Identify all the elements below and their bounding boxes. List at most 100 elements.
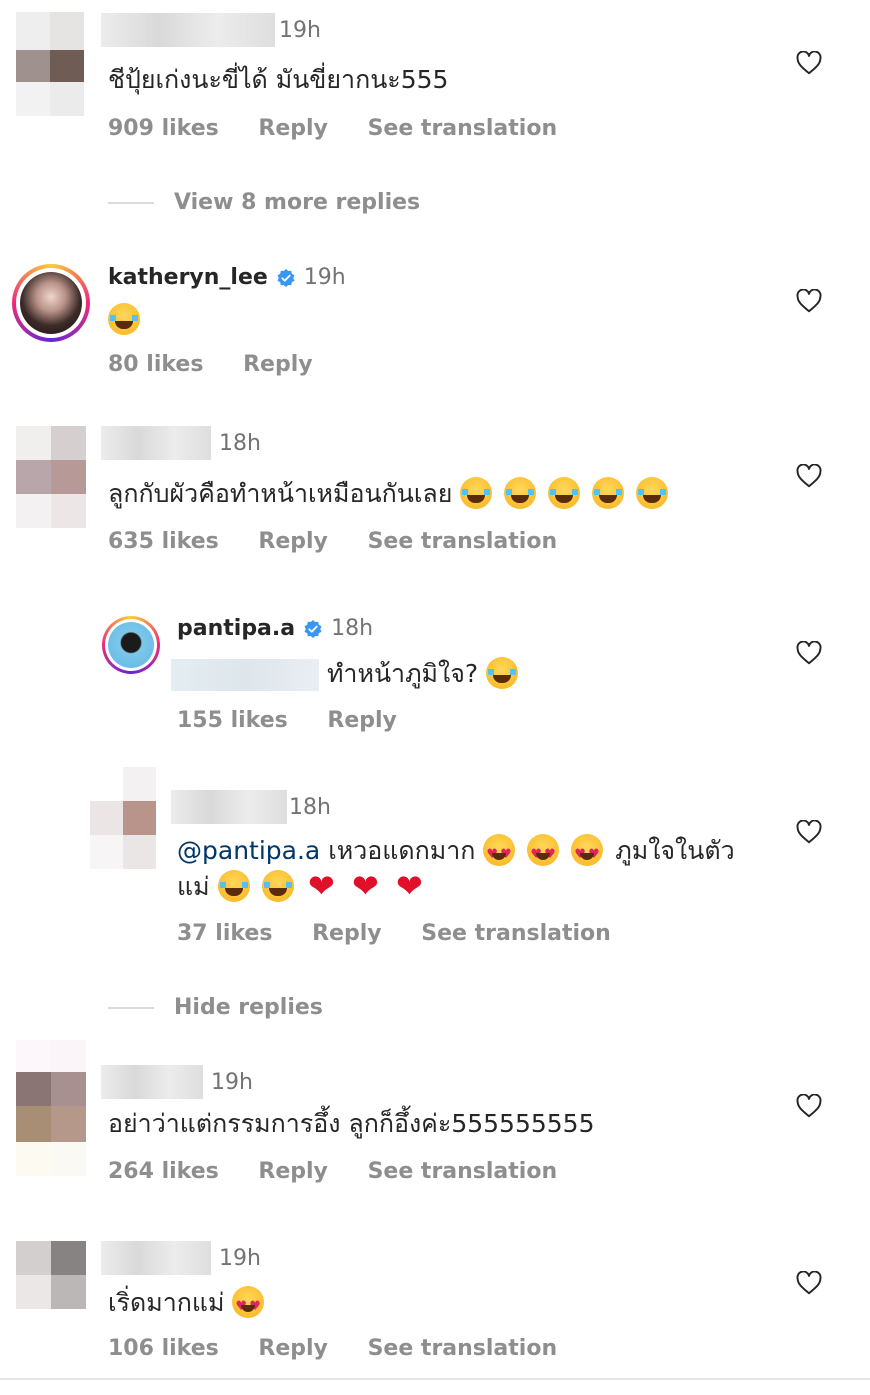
avatar[interactable] bbox=[90, 767, 156, 869]
comment-text: ทำหน้าภูมิใจ? bbox=[171, 656, 522, 693]
view-more-replies-button[interactable]: View 8 more replies bbox=[108, 190, 420, 215]
reply-button[interactable]: Reply bbox=[327, 708, 397, 733]
comment-text-content-3: แม่ bbox=[177, 872, 210, 901]
reply-button[interactable]: Reply bbox=[258, 529, 328, 554]
avatar[interactable] bbox=[16, 12, 84, 116]
comment-time: 18h bbox=[219, 430, 261, 456]
username[interactable]: katheryn_lee bbox=[108, 265, 268, 290]
comment-header: pantipa.a 18h bbox=[177, 616, 373, 641]
likes-count[interactable]: 635 likes bbox=[108, 529, 219, 554]
comment-actions: 155 likes Reply bbox=[177, 708, 429, 733]
comment-actions: 909 likes Reply See translation bbox=[108, 116, 589, 141]
comment-text-content-2: ภูมใจในตัว bbox=[615, 836, 735, 865]
comment-text: ลูกกับผัวคือทำหน้าเหมือนกันเลย bbox=[108, 476, 672, 513]
comment-text-content: ลูกกับผัวคือทำหน้าเหมือนกันเลย bbox=[108, 479, 453, 508]
blurred-mention[interactable] bbox=[171, 659, 319, 691]
see-translation-button[interactable]: See translation bbox=[421, 921, 611, 946]
reply-button[interactable]: Reply bbox=[243, 352, 313, 377]
avatar[interactable] bbox=[16, 1241, 86, 1309]
comment-text: ชีปุ้ยเก่งนะขี่ได้ มันขี่ยากนะ555 bbox=[108, 65, 449, 94]
likes-count[interactable]: 909 likes bbox=[108, 116, 219, 141]
comment-3: 18h ลูกกับผัวคือทำหน้าเหมือนกันเลย 635 l… bbox=[0, 420, 870, 580]
tears-of-joy-emoji-icon bbox=[486, 657, 519, 689]
reply-button[interactable]: Reply bbox=[312, 921, 382, 946]
comment-text: เริ่ดมากแม่ bbox=[108, 1285, 268, 1325]
view-more-replies-label: View 8 more replies bbox=[174, 190, 421, 215]
likes-count[interactable]: 264 likes bbox=[108, 1159, 219, 1184]
avatar[interactable] bbox=[16, 426, 86, 528]
comment-text-content: เหวอแดกมาก bbox=[328, 836, 476, 865]
tears-of-joy-emoji-icon bbox=[460, 477, 493, 509]
comment-time: 19h bbox=[303, 265, 346, 290]
comment-4: 19h อย่าว่าแต่กรรมการอึ้ง ลูกก็อึ้งค่ะ55… bbox=[0, 1040, 870, 1200]
divider bbox=[108, 201, 154, 204]
blurred-username[interactable] bbox=[101, 426, 211, 460]
divider bbox=[0, 1378, 870, 1380]
red-heart-emoji-icon: ❤ bbox=[352, 867, 379, 905]
see-translation-button[interactable]: See translation bbox=[368, 529, 558, 554]
reply-button[interactable]: Reply bbox=[258, 1336, 328, 1361]
username[interactable]: pantipa.a bbox=[177, 616, 295, 641]
heart-eyes-emoji-icon bbox=[571, 834, 604, 873]
heart-icon[interactable] bbox=[796, 1094, 822, 1118]
tears-of-joy-emoji-icon bbox=[217, 870, 250, 902]
reply-button[interactable]: Reply bbox=[258, 116, 328, 141]
likes-count[interactable]: 80 likes bbox=[108, 352, 203, 377]
heart-eyes-emoji-icon bbox=[232, 1286, 265, 1325]
likes-count[interactable]: 37 likes bbox=[177, 921, 272, 946]
heart-icon[interactable] bbox=[796, 1271, 822, 1295]
heart-icon[interactable] bbox=[796, 641, 822, 665]
comment-5: 19h เริ่ดมากแม่ 106 likes Reply See tran… bbox=[0, 1235, 870, 1375]
comment-header: 18h bbox=[101, 426, 261, 460]
see-translation-button[interactable]: See translation bbox=[368, 1336, 558, 1361]
avatar[interactable] bbox=[16, 1040, 86, 1176]
comment-header: 18h bbox=[171, 790, 331, 824]
blurred-username[interactable] bbox=[101, 1065, 203, 1099]
divider bbox=[108, 1006, 154, 1009]
verified-badge-icon bbox=[277, 268, 295, 287]
comment-2: katheryn_lee 19h 80 likes Reply bbox=[0, 260, 870, 410]
tears-of-joy-emoji-icon bbox=[261, 870, 294, 902]
comment-text bbox=[108, 302, 144, 339]
hide-replies-label: Hide replies bbox=[174, 995, 323, 1020]
mention-link[interactable]: @pantipa.a bbox=[177, 836, 320, 865]
blurred-username[interactable] bbox=[171, 790, 287, 824]
comment-header: 19h bbox=[101, 1065, 253, 1099]
reply-button[interactable]: Reply bbox=[258, 1159, 328, 1184]
comment-text-line-2: แม่ ❤ ❤ ❤ bbox=[177, 869, 429, 906]
tears-of-joy-emoji-icon bbox=[548, 477, 581, 509]
comment-header: katheryn_lee 19h bbox=[108, 265, 346, 290]
heart-eyes-emoji-icon bbox=[483, 834, 516, 873]
see-translation-button[interactable]: See translation bbox=[368, 116, 558, 141]
comment-text: @pantipa.a เหวอแดกมาก ภูมใจในตัว bbox=[177, 833, 735, 873]
hide-replies-button[interactable]: Hide replies bbox=[108, 995, 323, 1020]
tears-of-joy-emoji-icon bbox=[108, 303, 140, 335]
heart-icon[interactable] bbox=[796, 464, 822, 488]
comment-time: 19h bbox=[279, 17, 321, 43]
avatar[interactable] bbox=[20, 272, 82, 334]
tears-of-joy-emoji-icon bbox=[504, 477, 537, 509]
comment-time: 19h bbox=[219, 1245, 261, 1271]
comment-text-content: เริ่ดมากแม่ bbox=[108, 1288, 225, 1317]
red-heart-emoji-icon: ❤ bbox=[308, 867, 335, 905]
avatar[interactable] bbox=[108, 622, 154, 668]
blurred-username[interactable] bbox=[101, 1241, 211, 1275]
likes-count[interactable]: 155 likes bbox=[177, 708, 288, 733]
likes-count[interactable]: 106 likes bbox=[108, 1336, 219, 1361]
see-translation-button[interactable]: See translation bbox=[368, 1159, 558, 1184]
comment-time: 19h bbox=[211, 1069, 253, 1095]
comment-actions: 106 likes Reply See translation bbox=[108, 1336, 589, 1361]
comment-text-content: ทำหน้าภูมิใจ? bbox=[326, 659, 479, 688]
reply-1: pantipa.a 18h ทำหน้าภูมิใจ? 155 likes Re… bbox=[0, 610, 870, 760]
comment-time: 18h bbox=[289, 794, 331, 820]
comment-header: 19h bbox=[101, 1241, 261, 1275]
comment-actions: 80 likes Reply bbox=[108, 352, 345, 377]
red-heart-emoji-icon: ❤ bbox=[395, 867, 423, 905]
blurred-username[interactable] bbox=[101, 13, 275, 47]
comment-time: 18h bbox=[331, 616, 374, 641]
comment-actions: 635 likes Reply See translation bbox=[108, 529, 589, 554]
heart-icon[interactable] bbox=[796, 289, 822, 313]
tears-of-joy-emoji-icon bbox=[636, 477, 669, 509]
heart-icon[interactable] bbox=[796, 51, 822, 75]
heart-icon[interactable] bbox=[796, 820, 822, 844]
